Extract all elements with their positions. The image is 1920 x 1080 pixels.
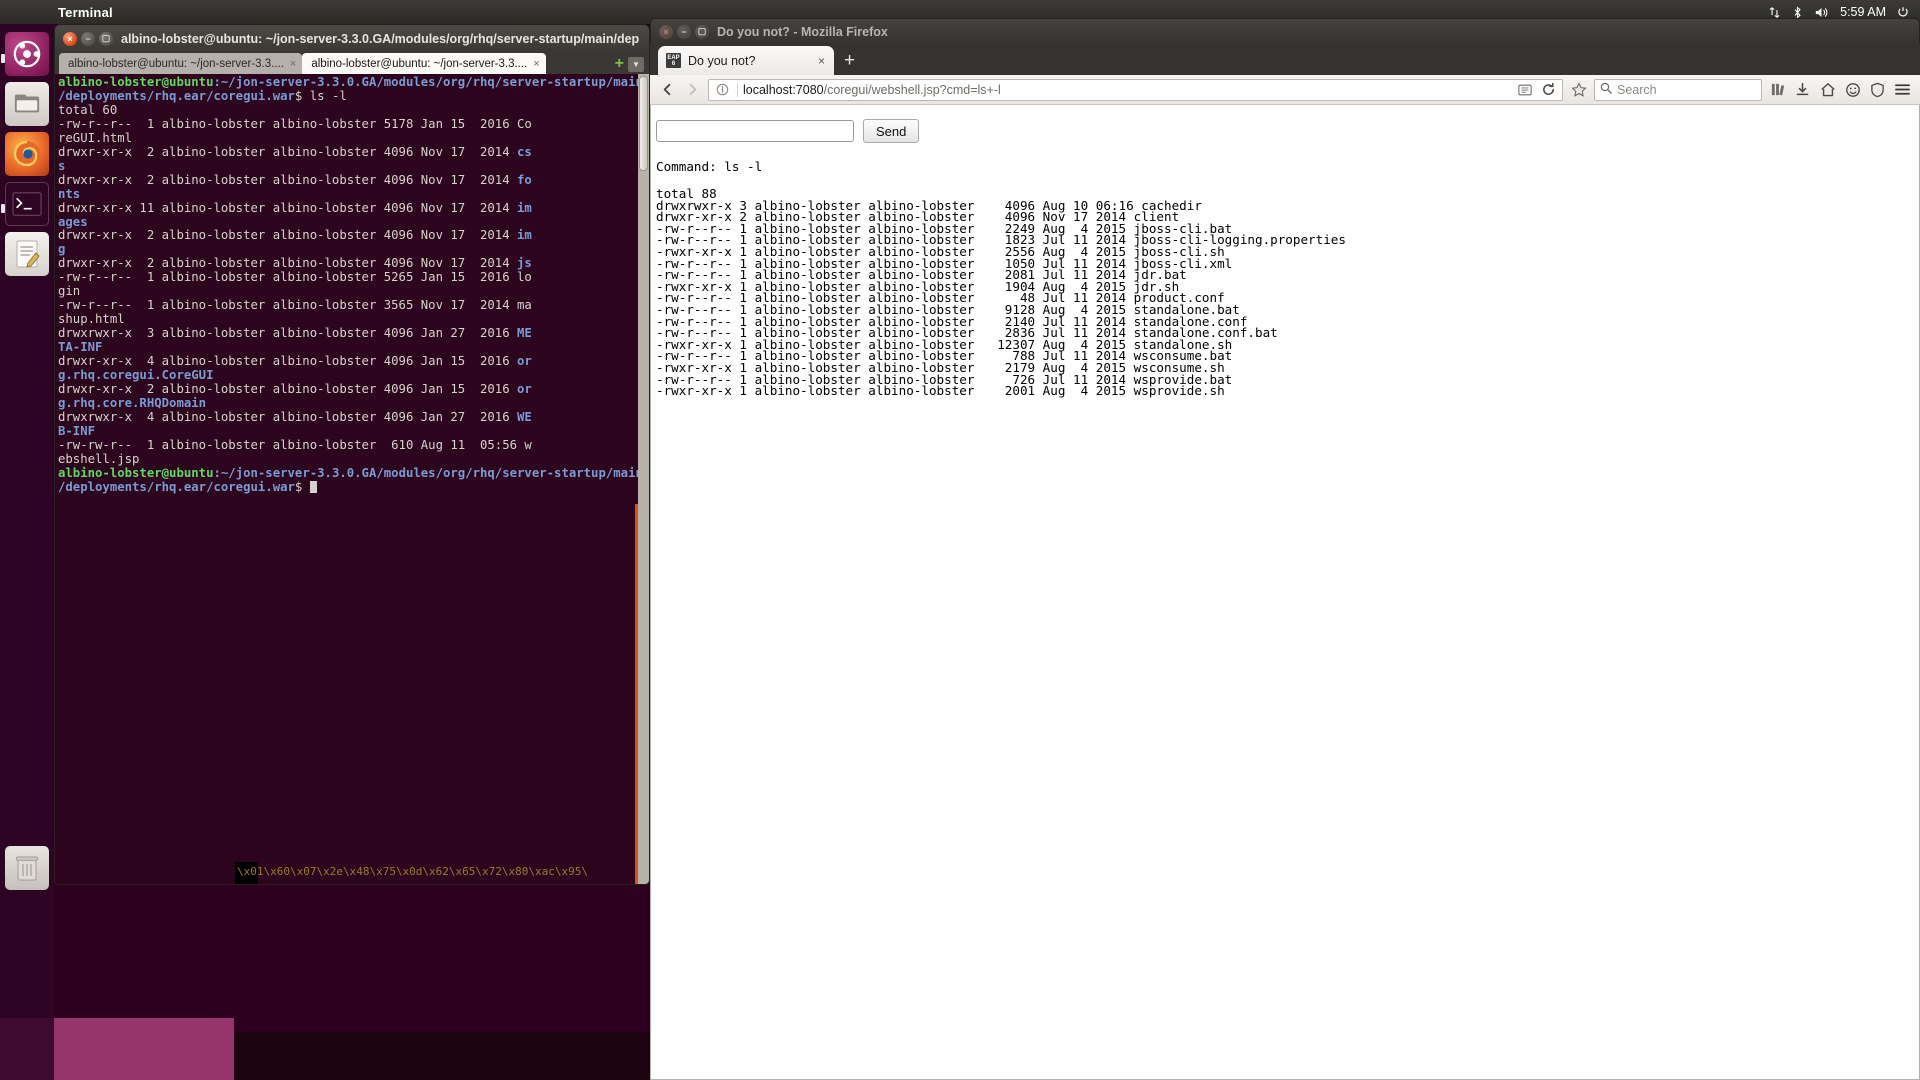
url-bar-actions <box>1515 80 1558 99</box>
volume-icon[interactable] <box>1814 6 1829 19</box>
forward-icon <box>683 80 702 99</box>
power-icon[interactable] <box>1897 6 1909 18</box>
search-placeholder: Search <box>1617 82 1657 97</box>
terminal-titlebar[interactable]: × − ▢ albino-lobster@ubuntu: ~/jon-serve… <box>54 24 650 52</box>
firefox-tab-do-you-not[interactable]: EAP 6 Do you not? × <box>658 46 834 75</box>
terminal-tab-tools: + ▼ <box>615 56 649 74</box>
close-icon[interactable]: × <box>818 54 825 68</box>
terminal-cursor <box>309 480 317 493</box>
close-icon[interactable]: × <box>63 31 77 46</box>
webshell-form: Send <box>651 105 1919 143</box>
send-button[interactable]: Send <box>863 119 920 143</box>
terminal-window-buttons: × − ▢ <box>63 31 113 46</box>
maximize-icon[interactable]: ▢ <box>99 31 113 46</box>
firefox-window-title: Do you not? - Mozilla Firefox <box>717 24 888 39</box>
terminal-tab-2[interactable]: albino-lobster@ubuntu: ~/jon-server-3.3.… <box>302 53 546 74</box>
terminal-output: albino-lobster@ubuntu:~/jon-server-3.3.0… <box>58 75 643 494</box>
eap6-favicon-icon: EAP 6 <box>666 53 681 68</box>
firefox-titlebar[interactable]: × − ▢ Do you not? - Mozilla Firefox <box>650 18 1920 44</box>
firefox-tab-strip: EAP 6 Do you not? × + <box>650 44 1920 75</box>
terminal-tab-1-label: albino-lobster@ubuntu: ~/jon-server-3.3.… <box>68 57 284 70</box>
terminal-tab-bar: albino-lobster@ubuntu: ~/jon-server-3.3.… <box>54 52 650 74</box>
bookmark-star-icon[interactable] <box>1569 80 1588 99</box>
reload-icon[interactable] <box>1539 80 1558 99</box>
url-text[interactable]: localhost:7080/coregui/webshell.jsp?cmd=… <box>743 83 1001 97</box>
firefox-window[interactable]: × − ▢ Do you not? - Mozilla Firefox EAP 6… <box>650 18 1920 1080</box>
url-path: /coregui/webshell.jsp?cmd=ls+-l <box>823 82 1001 97</box>
command-input[interactable] <box>656 120 854 142</box>
terminal-window[interactable]: × − ▢ albino-lobster@ubuntu: ~/jon-serve… <box>54 24 650 885</box>
terminal-icon[interactable] <box>5 182 49 226</box>
close-icon[interactable]: × <box>659 24 673 39</box>
launcher-pip-ubuntu <box>1 54 5 63</box>
new-tab-button[interactable]: + <box>844 51 855 70</box>
maximize-icon[interactable]: ▢ <box>695 24 709 39</box>
unity-launcher <box>0 24 54 1080</box>
home-icon[interactable] <box>1818 80 1837 99</box>
shield-icon[interactable] <box>1868 80 1887 99</box>
search-bar[interactable]: Search <box>1594 78 1762 101</box>
firefox-window-buttons: × − ▢ <box>659 24 709 39</box>
back-icon[interactable] <box>658 80 677 99</box>
firefox-tab-label: Do you not? <box>688 53 756 68</box>
command-echo: Command: ls -l <box>656 159 763 174</box>
search-icon <box>1600 82 1612 97</box>
panel-clock[interactable]: 5:59 AM <box>1840 5 1886 19</box>
terminal-tab-2-label: albino-lobster@ubuntu: ~/jon-server-3.3.… <box>311 57 528 70</box>
chevron-down-icon[interactable]: ▼ <box>628 56 644 72</box>
panel-indicators: 5:59 AM <box>1768 5 1920 19</box>
panel-app-name[interactable]: Terminal <box>58 5 113 20</box>
launcher-pip-terminal <box>1 204 5 213</box>
minimize-icon[interactable]: − <box>677 24 691 39</box>
trash-icon[interactable] <box>5 846 49 890</box>
page-identity-icon[interactable] <box>713 80 732 99</box>
reader-mode-icon[interactable] <box>1515 80 1534 99</box>
firefox-icon[interactable] <box>5 132 49 176</box>
hamburger-menu-icon[interactable] <box>1893 80 1912 99</box>
library-icon[interactable] <box>1768 80 1787 99</box>
url-separator <box>737 82 738 97</box>
webshell-output: total 88 drwxrwxr-x 3 albino-lobster alb… <box>656 186 1346 399</box>
terminal-scrollbar[interactable] <box>638 74 649 884</box>
minimize-icon[interactable]: − <box>81 31 95 46</box>
webshell-page: Send Command: ls -l total 88 drwxrwxr-x … <box>650 105 1920 1080</box>
terminal-scrollbar-thumb[interactable] <box>639 76 648 171</box>
close-icon[interactable]: × <box>290 58 296 70</box>
url-bar[interactable]: localhost:7080/coregui/webshell.jsp?cmd=… <box>708 78 1563 101</box>
terminal-hexdump-text: \x01\x60\x07\x2e\x48\x75\x0d\x62\x65\x72… <box>237 865 588 878</box>
firefox-navigation-bar: localhost:7080/coregui/webshell.jsp?cmd=… <box>650 75 1920 105</box>
files-icon[interactable] <box>5 82 49 126</box>
new-tab-button[interactable]: + <box>615 56 624 72</box>
terminal-tab-1[interactable]: albino-lobster@ubuntu: ~/jon-server-3.3.… <box>59 53 303 74</box>
ubuntu-dash-icon[interactable] <box>5 32 49 76</box>
network-icon[interactable] <box>1768 6 1781 19</box>
url-host: localhost:7080 <box>743 82 824 97</box>
terminal-window-title: albino-lobster@ubuntu: ~/jon-server-3.3.… <box>121 31 640 46</box>
bluetooth-icon[interactable] <box>1792 5 1803 19</box>
terminal-body[interactable]: albino-lobster@ubuntu:~/jon-server-3.3.0… <box>54 74 650 885</box>
desktop-background-lower <box>234 1032 650 1080</box>
text-editor-icon[interactable] <box>5 232 49 276</box>
downloads-icon[interactable] <box>1793 80 1812 99</box>
smiley-feedback-icon[interactable] <box>1843 80 1862 99</box>
close-icon[interactable]: × <box>533 58 539 70</box>
